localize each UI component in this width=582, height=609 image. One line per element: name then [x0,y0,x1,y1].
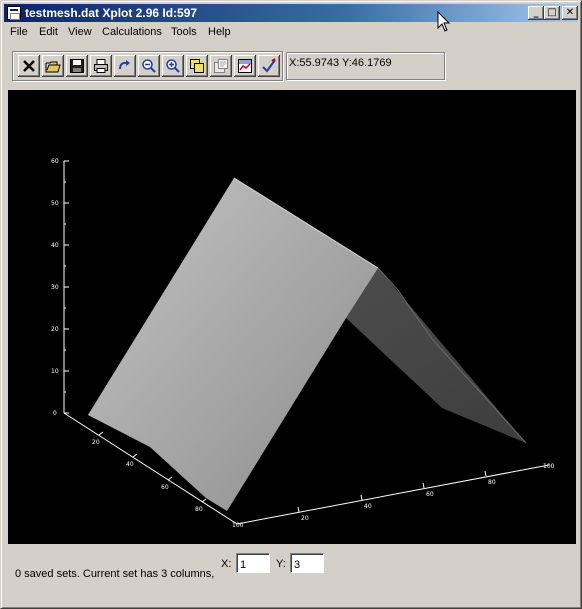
y-column-label: Y: [276,558,286,570]
menu-help[interactable]: Help [208,26,231,38]
print-icon [94,59,108,73]
close-icon [23,60,35,72]
z-tick-label: 20 [51,326,59,333]
properties-icon [214,59,228,73]
z-tick-label: 0 [53,410,57,417]
chart-icon [238,59,252,73]
app-window: testmesh.dat Xplot 2.96 Id:597 _ □ ✕ Fil… [0,0,582,609]
redo-button[interactable] [114,55,136,77]
menu-tools[interactable]: Tools [171,26,197,38]
coordinate-text: X:55.9743 Y:46.1769 [289,57,392,69]
y-tick-label: 80 [195,506,203,513]
title-bar[interactable]: testmesh.dat Xplot 2.96 Id:597 _ □ ✕ [4,4,578,22]
menu-view[interactable]: View [68,26,92,38]
copy-icon [190,59,204,73]
z-tick-label: 40 [51,242,59,249]
z-tick-label: 30 [51,284,59,291]
window-title: testmesh.dat Xplot 2.96 Id:597 [25,6,198,20]
x-tick-label: 40 [364,503,372,510]
chart-button[interactable] [234,55,256,77]
status-text: 0 saved sets. Current set has 3 columns, [15,568,215,580]
save-icon [70,59,84,73]
coordinate-readout: X:55.9743 Y:46.1769 [286,52,445,80]
check-button[interactable] [258,55,280,77]
properties-button[interactable] [210,55,232,77]
plot-canvas[interactable]: 0 10 20 30 40 50 60 20 40 60 80 100 20 4… [8,90,576,544]
open-button[interactable] [42,55,64,77]
y-tick-label: 60 [161,484,169,491]
zoom-out-button[interactable] [138,55,160,77]
x-tick-label: 80 [488,479,496,486]
menu-calculations[interactable]: Calculations [102,26,162,38]
close-window-button[interactable]: ✕ [562,6,578,20]
x-tick-label: 60 [426,491,434,498]
y-tick-label: 40 [126,461,134,468]
y-tick-label: 100 [232,522,244,529]
x-tick-label: 100 [543,463,555,470]
y-tick-label: 20 [92,439,100,446]
print-button[interactable] [90,55,112,77]
open-folder-icon [45,61,61,73]
maximize-button[interactable]: □ [544,6,560,20]
x-axis [236,464,550,525]
minimize-button[interactable]: _ [528,6,544,20]
x-column-label: X: [221,558,232,570]
mouse-cursor-icon [437,11,451,32]
check-icon [262,58,276,73]
save-button[interactable] [66,55,88,77]
x-column-field[interactable] [236,553,270,573]
app-icon[interactable] [7,6,21,20]
z-tick-label: 60 [51,158,59,165]
z-tick-label: 10 [51,368,59,375]
menu-bar: File Edit View Calculations Tools Help [4,24,578,42]
zoom-in-icon [166,59,180,73]
copy-button[interactable] [186,55,208,77]
close-plot-button[interactable] [18,55,40,77]
y-column-field[interactable] [290,553,324,573]
toolbar [12,51,283,81]
menu-edit[interactable]: Edit [39,26,58,38]
x-tick-label: 20 [301,515,309,522]
redo-icon [119,60,130,70]
menu-file[interactable]: File [10,26,28,38]
z-tick-label: 50 [51,200,59,207]
zoom-out-icon [142,59,156,73]
surface-plot: 0 10 20 30 40 50 60 20 40 60 80 100 20 4… [51,158,555,529]
zoom-in-button[interactable] [162,55,184,77]
